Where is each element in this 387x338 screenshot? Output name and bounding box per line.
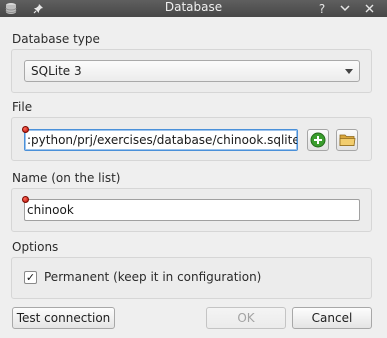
- database-type-label: Database type: [12, 32, 100, 46]
- close-button[interactable]: [360, 0, 378, 17]
- add-icon: [310, 132, 326, 148]
- database-type-value: SQLite 3: [31, 64, 82, 78]
- file-path-input[interactable]: :python/prj/exercises/database/chinook.s…: [24, 129, 298, 151]
- required-field-icon: [22, 196, 29, 203]
- file-label: File: [12, 100, 33, 114]
- minimize-button[interactable]: [336, 0, 354, 17]
- add-file-button[interactable]: [307, 129, 329, 151]
- help-button[interactable]: ?: [313, 0, 331, 17]
- database-type-select[interactable]: SQLite 3: [24, 60, 360, 82]
- folder-icon: [339, 134, 355, 146]
- options-label: Options: [12, 240, 59, 254]
- close-icon: [365, 4, 373, 13]
- checkmark-icon: ✓: [25, 271, 36, 284]
- required-field-icon: [22, 126, 29, 133]
- ok-button[interactable]: OK: [206, 307, 286, 329]
- chevron-down-icon: [340, 5, 350, 12]
- name-input[interactable]: chinook: [24, 199, 360, 221]
- cancel-button[interactable]: Cancel: [292, 307, 372, 329]
- browse-file-button[interactable]: [336, 129, 358, 151]
- file-path-value: :python/prj/exercises/database/chinook.s…: [27, 133, 298, 147]
- name-label: Name (on the list): [12, 171, 121, 185]
- permanent-checkbox[interactable]: ✓: [24, 271, 37, 284]
- title-bar[interactable]: Database ?: [0, 0, 387, 17]
- permanent-checkbox-label[interactable]: Permanent (keep it in configuration): [44, 270, 261, 284]
- test-connection-button[interactable]: Test connection: [12, 307, 115, 329]
- name-value: chinook: [27, 203, 74, 217]
- dropdown-arrow-icon: [345, 69, 353, 74]
